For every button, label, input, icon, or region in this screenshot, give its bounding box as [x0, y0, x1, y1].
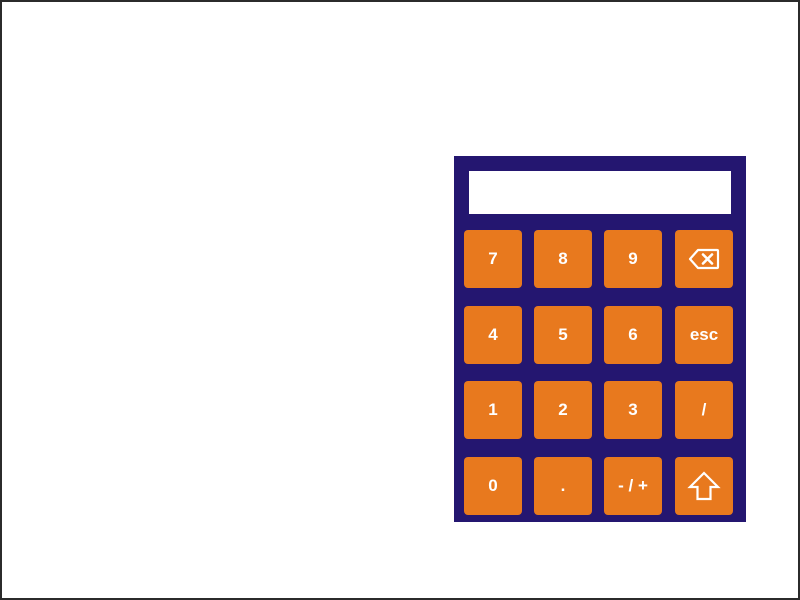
numeric-keypad: 7 8 9 4 5 6 esc 1 2 3 / 0 . - / + — [454, 156, 746, 522]
key-4[interactable]: 4 — [464, 306, 522, 364]
decimal-point-button[interactable]: . — [534, 457, 592, 515]
backspace-button[interactable] — [675, 230, 733, 288]
sign-toggle-button[interactable]: - / + — [604, 457, 662, 515]
key-1[interactable]: 1 — [464, 381, 522, 439]
backspace-icon — [688, 248, 720, 270]
key-0[interactable]: 0 — [464, 457, 522, 515]
slash-button[interactable]: / — [675, 381, 733, 439]
shift-button[interactable] — [675, 457, 733, 515]
escape-button[interactable]: esc — [675, 306, 733, 364]
key-3[interactable]: 3 — [604, 381, 662, 439]
keypad-display[interactable] — [469, 171, 731, 214]
key-2[interactable]: 2 — [534, 381, 592, 439]
key-9[interactable]: 9 — [604, 230, 662, 288]
key-7[interactable]: 7 — [464, 230, 522, 288]
shift-arrow-up-icon — [687, 471, 721, 501]
key-6[interactable]: 6 — [604, 306, 662, 364]
key-8[interactable]: 8 — [534, 230, 592, 288]
key-5[interactable]: 5 — [534, 306, 592, 364]
